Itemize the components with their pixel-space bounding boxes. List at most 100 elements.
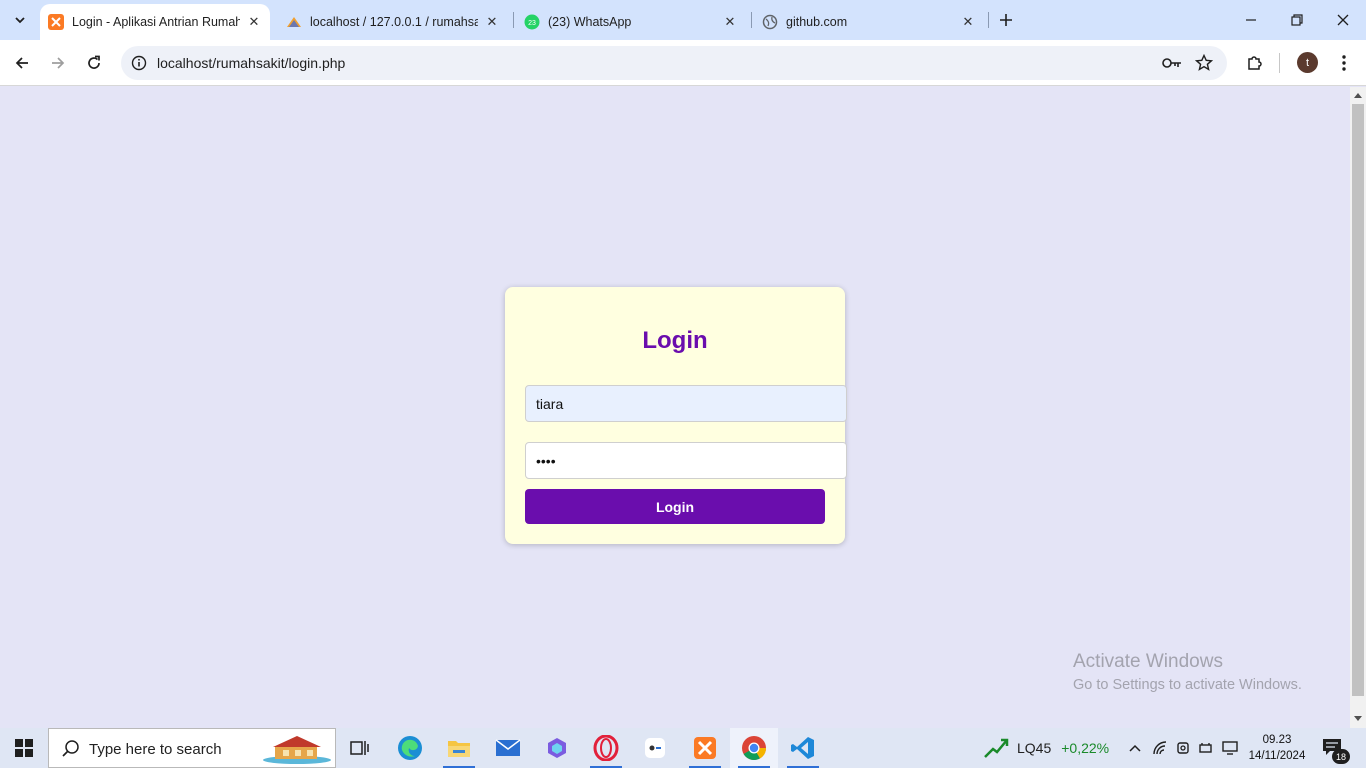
- browser-toolbar: localhost/rumahsakit/login.php t: [0, 40, 1366, 86]
- tab-title: localhost / 127.0.0.1 / rumahsak: [310, 15, 478, 29]
- extensions-button[interactable]: [1243, 51, 1267, 75]
- tab-search-button[interactable]: [6, 6, 34, 34]
- search-placeholder: Type here to search: [89, 741, 222, 758]
- password-key-icon[interactable]: [1161, 53, 1183, 73]
- search-icon: [62, 740, 79, 757]
- edge-icon: [398, 736, 422, 760]
- browser-tab-strip: Login - Aplikasi Antrian Rumah ✕ localho…: [0, 0, 1366, 40]
- username-input[interactable]: [525, 385, 847, 422]
- wifi-icon: [1153, 741, 1167, 755]
- close-icon[interactable]: ✕: [958, 12, 978, 32]
- app-icon: [645, 738, 665, 758]
- taskbar-app-tool[interactable]: [631, 728, 679, 768]
- password-input[interactable]: [525, 442, 847, 479]
- login-button[interactable]: Login: [525, 489, 825, 524]
- tab-title: github.com: [786, 15, 848, 29]
- chevron-up-icon: [1129, 744, 1141, 752]
- reload-button[interactable]: [80, 49, 108, 77]
- profile-avatar[interactable]: t: [1297, 52, 1318, 73]
- notification-center-button[interactable]: 18: [1322, 738, 1350, 764]
- chevron-down-icon: [15, 17, 25, 24]
- watermark-title: Activate Windows: [1073, 651, 1223, 672]
- menu-button[interactable]: [1332, 51, 1356, 75]
- whatsapp-icon: 23: [524, 14, 540, 30]
- opera-icon: [593, 735, 619, 761]
- close-icon[interactable]: ✕: [482, 12, 502, 32]
- taskbar-app-edge[interactable]: [386, 728, 434, 768]
- task-view-icon: [350, 741, 369, 755]
- close-window-button[interactable]: [1320, 0, 1366, 40]
- close-icon[interactable]: ✕: [720, 12, 740, 32]
- reload-icon: [88, 55, 100, 69]
- new-tab-button[interactable]: [994, 8, 1018, 32]
- tab-github[interactable]: github.com ✕: [754, 4, 984, 40]
- folder-icon: [448, 741, 470, 757]
- taskbar-app-file-explorer[interactable]: [435, 728, 483, 768]
- minimize-button[interactable]: [1228, 0, 1274, 40]
- windows-taskbar: Type here to search LQ45 +0,22% 09.23 14…: [0, 728, 1366, 768]
- battery-tray-icon[interactable]: [1197, 738, 1215, 758]
- display-tray-icon[interactable]: [1221, 738, 1239, 758]
- mail-icon: [495, 739, 521, 756]
- copilot-icon: [548, 738, 566, 758]
- login-card: Login Login: [505, 287, 847, 544]
- meet-now-tray-icon[interactable]: [1174, 738, 1192, 758]
- stock-change: +0,22%: [1061, 740, 1110, 756]
- vscode-icon: [791, 737, 814, 759]
- tab-separator: [988, 12, 989, 28]
- monitor-icon: [1222, 741, 1238, 755]
- tab-title: Login - Aplikasi Antrian Rumah: [72, 15, 240, 29]
- notification-count-badge: 18: [1332, 749, 1350, 764]
- login-heading: Login: [642, 327, 708, 354]
- tab-title: (23) WhatsApp: [548, 15, 632, 29]
- taskbar-clock[interactable]: 09.23 14/11/2024: [1244, 732, 1310, 764]
- bookmark-star-icon[interactable]: [1193, 52, 1215, 74]
- scroll-down-arrow-icon[interactable]: [1354, 716, 1362, 721]
- taskbar-app-mail[interactable]: [484, 728, 532, 768]
- start-button[interactable]: [0, 728, 48, 768]
- toolbar-divider: [1279, 53, 1280, 73]
- taskbar-app-vscode[interactable]: [779, 728, 827, 768]
- stock-name: LQ45: [1017, 740, 1052, 756]
- clock-time: 09.23: [1262, 734, 1292, 746]
- back-button[interactable]: [8, 49, 36, 77]
- scroll-up-arrow-icon[interactable]: [1354, 93, 1362, 98]
- address-bar[interactable]: localhost/rumahsakit/login.php: [121, 46, 1227, 80]
- taskbar-app-opera[interactable]: [582, 728, 630, 768]
- page-viewport: Login Login Activate Windows Go to Setti…: [0, 87, 1350, 728]
- search-highlight-image: [263, 736, 331, 764]
- plus-icon: [1000, 14, 1012, 26]
- network-tray-icon[interactable]: [1151, 738, 1169, 758]
- address-url[interactable]: localhost/rumahsakit/login.php: [157, 55, 345, 71]
- puzzle-icon: [1248, 56, 1262, 70]
- stock-widget[interactable]: LQ45 +0,22%: [983, 728, 1109, 768]
- scroll-thumb[interactable]: [1352, 104, 1364, 696]
- watermark-subtitle: Go to Settings to activate Windows.: [1073, 677, 1302, 693]
- arrow-left-icon: [15, 57, 28, 69]
- tab-whatsapp[interactable]: 23 (23) WhatsApp ✕: [516, 4, 746, 40]
- arrow-right-icon: [52, 57, 65, 69]
- close-icon[interactable]: ✕: [244, 12, 264, 32]
- page-scrollbar[interactable]: [1350, 87, 1366, 728]
- tab-separator: [751, 12, 752, 28]
- globe-icon: [762, 14, 778, 30]
- tab-login[interactable]: Login - Aplikasi Antrian Rumah ✕: [40, 4, 270, 40]
- info-icon[interactable]: [129, 53, 149, 73]
- chrome-icon: [742, 736, 766, 761]
- taskbar-app-xampp[interactable]: [681, 728, 729, 768]
- activate-windows-watermark: Activate Windows Go to Settings to activ…: [1073, 651, 1302, 693]
- tab-phpmyadmin[interactable]: localhost / 127.0.0.1 / rumahsak ✕: [278, 4, 508, 40]
- taskbar-search-box[interactable]: Type here to search: [48, 728, 336, 768]
- taskbar-app-chrome[interactable]: [730, 728, 778, 768]
- windows-logo-icon: [15, 739, 33, 757]
- restore-button[interactable]: [1274, 0, 1320, 40]
- taskbar-app-copilot[interactable]: [533, 728, 581, 768]
- power-plug-icon: [1199, 743, 1212, 753]
- xampp-icon: [694, 737, 716, 759]
- show-hidden-icons-button[interactable]: [1126, 738, 1144, 758]
- close-icon: [1337, 14, 1349, 26]
- kebab-menu-icon: [1342, 55, 1346, 71]
- forward-button[interactable]: [44, 49, 72, 77]
- tab-separator: [513, 12, 514, 28]
- task-view-button[interactable]: [336, 728, 384, 768]
